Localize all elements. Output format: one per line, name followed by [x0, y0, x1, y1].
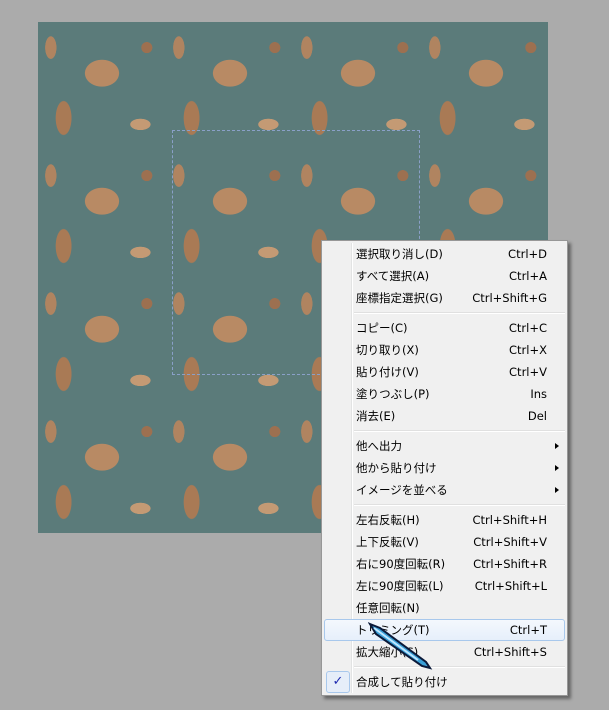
submenu-arrow-icon: [555, 443, 559, 449]
menu-item-flip-horizontal[interactable]: 左右反転(H) Ctrl+Shift+H: [324, 509, 565, 531]
menu-shortcut: Ctrl+X: [509, 343, 547, 357]
menu-item-arbitrary-rotate[interactable]: 任意回転(N): [324, 597, 565, 619]
menu-shortcut: Ctrl+Shift+R: [473, 557, 547, 571]
menu-item-deselect[interactable]: 選択取り消し(D) Ctrl+D: [324, 243, 565, 265]
menu-item-copy[interactable]: コピー(C) Ctrl+C: [324, 317, 565, 339]
menu-label: 他へ出力: [356, 439, 402, 453]
menu-shortcut: Ctrl+Shift+H: [472, 513, 547, 527]
submenu-arrow-icon: [555, 465, 559, 471]
menu-shortcut: Ctrl+Shift+V: [473, 535, 547, 549]
menu-item-paste[interactable]: 貼り付け(V) Ctrl+V: [324, 361, 565, 383]
menu-item-paste-from[interactable]: 他から貼り付け: [324, 457, 565, 479]
menu-label: 塗りつぶし(P): [356, 387, 430, 401]
pen-cursor-icon: [368, 622, 433, 670]
menu-item-coordinate-select[interactable]: 座標指定選択(G) Ctrl+Shift+G: [324, 287, 565, 309]
menu-item-cut[interactable]: 切り取り(X) Ctrl+X: [324, 339, 565, 361]
menu-item-select-all[interactable]: すべて選択(A) Ctrl+A: [324, 265, 565, 287]
menu-item-trim[interactable]: トリミング(T) Ctrl+T: [324, 619, 565, 641]
menu-item-rotate-right[interactable]: 右に90度回転(R) Ctrl+Shift+R: [324, 553, 565, 575]
menu-label: すべて選択(A): [356, 269, 430, 283]
menu-label: 選択取り消し(D): [356, 247, 443, 261]
menu-label: イメージを並べる: [356, 483, 448, 497]
menu-label: 他から貼り付け: [356, 461, 437, 475]
menu-label: 貼り付け(V): [356, 365, 419, 379]
menu-item-flip-vertical[interactable]: 上下反転(V) Ctrl+Shift+V: [324, 531, 565, 553]
menu-item-erase[interactable]: 消去(E) Del: [324, 405, 565, 427]
menu-shortcut: Ctrl+V: [509, 365, 547, 379]
submenu-arrow-icon: [555, 487, 559, 493]
menu-label: 左右反転(H): [356, 513, 420, 527]
menu-shortcut: Del: [527, 409, 547, 423]
menu-shortcut: Ctrl+T: [509, 623, 547, 637]
menu-item-rotate-left[interactable]: 左に90度回転(L) Ctrl+Shift+L: [324, 575, 565, 597]
menu-label: 上下反転(V): [356, 535, 419, 549]
menu-separator: [354, 430, 565, 432]
menu-shortcut: Ctrl+Shift+G: [472, 291, 547, 305]
menu-shortcut: Ctrl+A: [509, 269, 547, 283]
menu-item-resize[interactable]: 拡大縮小(S) Ctrl+Shift+S: [324, 641, 565, 663]
context-menu: 選択取り消し(D) Ctrl+D すべて選択(A) Ctrl+A 座標指定選択(G)…: [321, 240, 568, 696]
checkmark-icon: ✓: [326, 671, 350, 693]
menu-item-fill[interactable]: 塗りつぶし(P) Ins: [324, 383, 565, 405]
menu-label: 左に90度回転(L): [356, 579, 444, 593]
menu-label: 右に90度回転(R): [356, 557, 446, 571]
menu-label: 座標指定選択(G): [356, 291, 443, 305]
menu-shortcut: Ctrl+D: [508, 247, 547, 261]
menu-shortcut: Ctrl+Shift+S: [473, 645, 547, 659]
menu-label: コピー(C): [356, 321, 408, 335]
menu-separator: [354, 312, 565, 314]
menu-item-composite-paste[interactable]: ✓ 合成して貼り付け: [324, 671, 565, 693]
menu-shortcut: Ctrl+C: [508, 321, 547, 335]
menu-item-export[interactable]: 他へ出力: [324, 435, 565, 457]
menu-label: 合成して貼り付け: [356, 675, 448, 689]
menu-label: 消去(E): [356, 409, 396, 423]
menu-label: 切り取り(X): [356, 343, 419, 357]
menu-label: 任意回転(N): [356, 601, 420, 615]
menu-shortcut: Ins: [530, 387, 547, 401]
menu-item-arrange-images[interactable]: イメージを並べる: [324, 479, 565, 501]
menu-separator: [354, 504, 565, 506]
menu-shortcut: Ctrl+Shift+L: [474, 579, 547, 593]
